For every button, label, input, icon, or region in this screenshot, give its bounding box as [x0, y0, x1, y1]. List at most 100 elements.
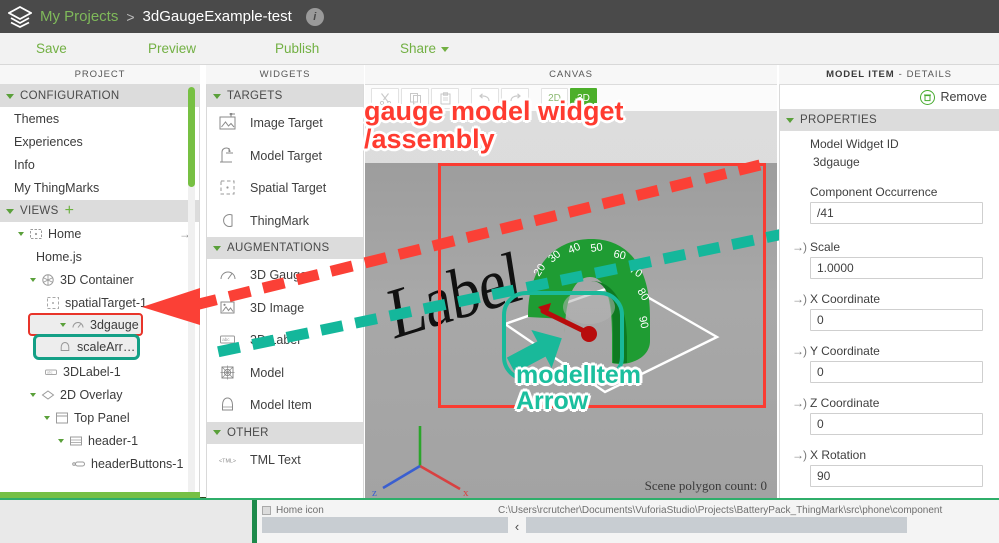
panel-icon	[56, 412, 68, 423]
tree-item-headerbuttons-1[interactable]: headerButtons-1	[0, 452, 199, 475]
details-panel: Remove PROPERTIES Model Widget ID 3dgaug…	[779, 85, 999, 498]
field-label-y-coordinate: →) Y Coordinate	[780, 331, 999, 361]
tree-item-label: 2D Overlay	[60, 387, 123, 402]
binding-icon[interactable]: →)	[792, 448, 807, 462]
binding-icon[interactable]: →)	[792, 292, 807, 306]
status-row: Home icon C:\Users\rcrutcher\Documents\V…	[262, 504, 999, 517]
widget-3d-image[interactable]: 3D Image	[207, 292, 363, 325]
widget-3d-label[interactable]: abc 3D Label	[207, 324, 363, 357]
binding-icon[interactable]: →)	[792, 396, 807, 410]
status-item[interactable]: Home icon	[262, 505, 492, 516]
paste-icon[interactable]	[431, 87, 459, 109]
tree-item-top-panel[interactable]: Top Panel	[0, 406, 199, 429]
chevron-down-icon	[213, 245, 221, 251]
config-item-themes[interactable]: Themes	[0, 107, 199, 130]
widget-label: 3D Image	[250, 300, 305, 315]
widget-image-target[interactable]: Image Target	[207, 107, 363, 140]
preview-button[interactable]: Preview	[142, 33, 202, 64]
chevron-down-icon[interactable]	[30, 392, 36, 397]
tree-item-label: scaleArrow	[77, 340, 137, 354]
container-icon	[42, 273, 54, 286]
widget-model[interactable]: Model	[207, 357, 363, 390]
info-icon[interactable]: i	[305, 7, 324, 26]
widget-group-other[interactable]: OTHER	[207, 421, 363, 444]
widget-label: ThingMark	[250, 213, 310, 228]
redo-icon[interactable]	[501, 87, 529, 109]
section-views[interactable]: VIEWS +	[0, 200, 199, 222]
field-input-component-occurrence[interactable]: /41	[810, 202, 983, 224]
share-dropdown[interactable]: Share	[394, 33, 455, 64]
widget-group-label: AUGMENTATIONS	[227, 242, 330, 254]
widget-tml-text[interactable]: <TML> TML Text	[207, 444, 363, 477]
app-root: My Projects > 3dGaugeExample-test i Save…	[0, 0, 999, 543]
config-item-my-thingmarks[interactable]: My ThingMarks	[0, 176, 199, 199]
project-panel-title: PROJECT	[74, 69, 126, 80]
section-configuration[interactable]: CONFIGURATION	[0, 85, 199, 107]
widgets-panel: TARGETS Image Target Model Target Spatia…	[206, 85, 364, 498]
details-title-details: DETAILS	[906, 69, 952, 80]
widget-group-augmentations[interactable]: AUGMENTATIONS	[207, 237, 363, 259]
view-3d-button[interactable]: 3D	[570, 87, 597, 109]
trash-icon	[920, 89, 936, 105]
binding-icon[interactable]: →)	[792, 344, 807, 358]
chevron-down-icon[interactable]	[18, 231, 24, 236]
field-input-z-coordinate[interactable]: 0	[810, 413, 983, 435]
widget-thingmark[interactable]: ThingMark	[207, 205, 363, 238]
field-label-text: X Coordinate	[810, 292, 881, 306]
copy-icon[interactable]	[401, 87, 429, 109]
chevron-down-icon[interactable]	[60, 322, 66, 327]
widget-3d-gauge[interactable]: 3D Gauge	[207, 259, 363, 292]
overlay-icon	[41, 389, 55, 400]
widget-group-targets[interactable]: TARGETS	[207, 85, 363, 107]
project-scrollbar-thumb[interactable]	[188, 87, 195, 187]
layers-icon[interactable]	[8, 5, 32, 28]
widget-model-target[interactable]: Model Target	[207, 140, 363, 173]
breadcrumb-separator: >	[126, 8, 135, 25]
breadcrumb-my-projects[interactable]: My Projects	[40, 8, 118, 25]
field-input-x-rotation[interactable]: 90	[810, 465, 983, 487]
details-title-model-item: MODEL ITEM	[826, 69, 895, 80]
chevron-down-icon[interactable]	[30, 277, 36, 282]
tree-item-scalearrow[interactable]: scaleArrow	[33, 334, 140, 360]
add-view-icon[interactable]: +	[65, 203, 75, 219]
view-2d-button[interactable]: 2D	[541, 87, 568, 109]
config-item-info[interactable]: Info	[0, 153, 199, 176]
config-item-experiences[interactable]: Experiences	[0, 130, 199, 153]
tree-item-label: header-1	[88, 433, 139, 448]
chevron-down-icon	[6, 93, 14, 99]
tree-item-label: 3DLabel-1	[63, 364, 121, 379]
remove-button[interactable]: Remove	[780, 85, 999, 109]
spatial-target-icon	[220, 180, 235, 195]
label-icon: abc	[45, 369, 57, 375]
field-input-y-coordinate[interactable]: 0	[810, 361, 983, 383]
widget-label: Image Target	[250, 116, 323, 131]
binding-icon[interactable]: →)	[792, 240, 807, 254]
field-input-x-coordinate[interactable]: 0	[810, 309, 983, 331]
tree-item-spatialtarget-1[interactable]: spatialTarget-1	[0, 291, 199, 314]
field-input-scale[interactable]: 1.0000	[810, 257, 983, 279]
publish-button[interactable]: Publish	[269, 33, 325, 64]
config-item-label: Info	[14, 157, 35, 172]
tree-item-2d-overlay[interactable]: 2D Overlay	[0, 383, 199, 406]
save-button[interactable]: Save	[30, 33, 73, 64]
tree-item-3d-container[interactable]: 3D Container	[0, 268, 199, 291]
widget-label: Model Target	[250, 148, 323, 163]
breadcrumb-current-project: 3dGaugeExample-test	[142, 8, 292, 25]
undo-icon[interactable]	[471, 87, 499, 109]
widget-spatial-target[interactable]: Spatial Target	[207, 172, 363, 205]
tree-item-label: headerButtons-1	[91, 456, 184, 471]
tree-item-3dlabel-1[interactable]: abc 3DLabel-1	[0, 360, 199, 383]
cut-icon[interactable]	[371, 87, 399, 109]
status-accent-tab	[252, 500, 257, 543]
canvas-viewport[interactable]: Label 20 30 40 50 60 70 80 90 x z Scene …	[365, 111, 777, 498]
chevron-down-icon[interactable]	[58, 438, 64, 443]
chevron-down-icon[interactable]	[44, 415, 50, 420]
tree-item-home[interactable]: Home →	[0, 222, 199, 245]
tree-item-home-js[interactable]: Home.js	[0, 245, 199, 268]
status-selection-bar[interactable]	[262, 517, 907, 533]
tree-item-header-1[interactable]: header-1	[0, 429, 199, 452]
widget-model-item[interactable]: Model Item	[207, 389, 363, 422]
chevron-left-icon[interactable]: ‹	[508, 517, 526, 535]
section-properties[interactable]: PROPERTIES	[780, 109, 999, 131]
tree-item-3dgauge[interactable]: 3dgauge	[28, 313, 143, 336]
